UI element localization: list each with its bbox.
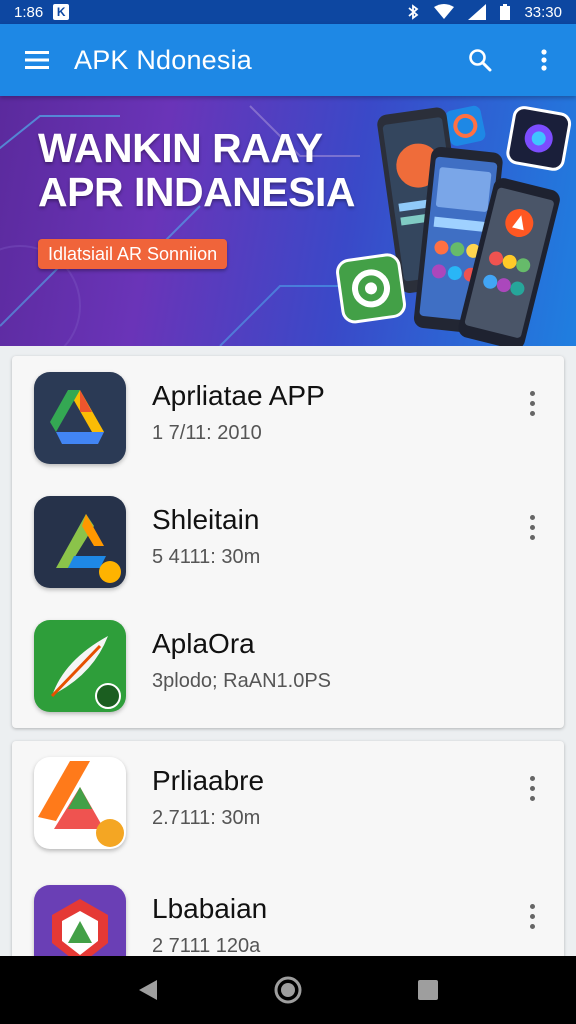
home-button[interactable] <box>256 962 320 1018</box>
status-bar: 1:86 K 33:30 <box>0 0 576 24</box>
item-more-icon[interactable] <box>518 388 546 418</box>
menu-icon <box>25 51 49 69</box>
notification-icon: K <box>53 4 70 20</box>
bluetooth-icon <box>408 4 419 20</box>
promo-banner[interactable]: WANKIN RAAY APR INDANESIA Idlatsiail AR … <box>0 96 576 346</box>
app-meta: 5 4111: 30m <box>152 546 261 568</box>
item-more-icon[interactable] <box>518 512 546 542</box>
home-icon <box>274 976 302 1004</box>
app-name: Lbabaian <box>152 893 268 924</box>
banner-headline: WANKIN RAAY APR INDANESIA <box>38 126 355 214</box>
overflow-menu-button[interactable] <box>512 24 576 96</box>
arrow-a-icon <box>34 496 126 588</box>
app-name: Prliaabre <box>152 765 265 796</box>
signal-icon <box>468 4 487 20</box>
app-meta: 1 7/11: 2010 <box>152 422 262 444</box>
app-name: AplaOra <box>152 628 255 659</box>
floating-app-icon <box>445 105 486 146</box>
phones-illustration <box>336 105 572 346</box>
more-vert-icon <box>541 49 547 71</box>
item-more-icon[interactable] <box>518 773 546 803</box>
search-button[interactable] <box>448 24 512 96</box>
status-time: 1:86 <box>14 3 44 21</box>
app-meta: 3plodo; RaAN1.0PS <box>152 670 332 692</box>
menu-button[interactable] <box>0 24 74 96</box>
app-bar: APK Ndonesia <box>0 24 576 96</box>
search-icon <box>469 49 492 72</box>
wifi-icon <box>434 4 455 19</box>
recents-button[interactable] <box>396 962 460 1018</box>
app-name: Aprliatae APP <box>152 380 325 411</box>
list-item[interactable]: Shleitain 5 4111: 30m <box>12 480 564 596</box>
app-meta: 2 7111 120a <box>152 935 261 957</box>
recents-icon <box>418 980 438 1000</box>
orange-a-icon <box>34 757 126 849</box>
app-list-card: Prliaabre 2.7111: 30m Lbabaian 2 7111 12… <box>12 741 564 981</box>
app-list-card: Aprliatae APP 1 7/11: 2010 Shleitain 5 4… <box>12 356 564 728</box>
app-title: APK Ndonesia <box>74 44 253 75</box>
list-item[interactable]: AplaOra 3plodo; RaAN1.0PS <box>12 604 564 720</box>
feather-icon <box>34 620 126 712</box>
banner-line-1: WANKIN RAAY <box>38 125 323 171</box>
back-button[interactable] <box>116 962 180 1018</box>
back-icon <box>139 980 157 1000</box>
battery-icon <box>500 4 511 20</box>
system-nav-bar <box>0 956 576 1024</box>
banner-cta-button[interactable]: Idlatsiail AR Sonniion <box>38 239 228 269</box>
list-item[interactable]: Prliaabre 2.7111: 30m <box>12 741 564 857</box>
app-meta: 2.7111: 30m <box>152 807 261 829</box>
drive-like-icon <box>34 372 126 464</box>
item-more-icon[interactable] <box>518 901 546 931</box>
app-name: Shleitain <box>152 504 260 535</box>
banner-line-2: APR INDANESIA <box>38 169 355 215</box>
status-clock-right: 33:30 <box>524 3 562 21</box>
list-item[interactable]: Aprliatae APP 1 7/11: 2010 <box>12 356 564 472</box>
